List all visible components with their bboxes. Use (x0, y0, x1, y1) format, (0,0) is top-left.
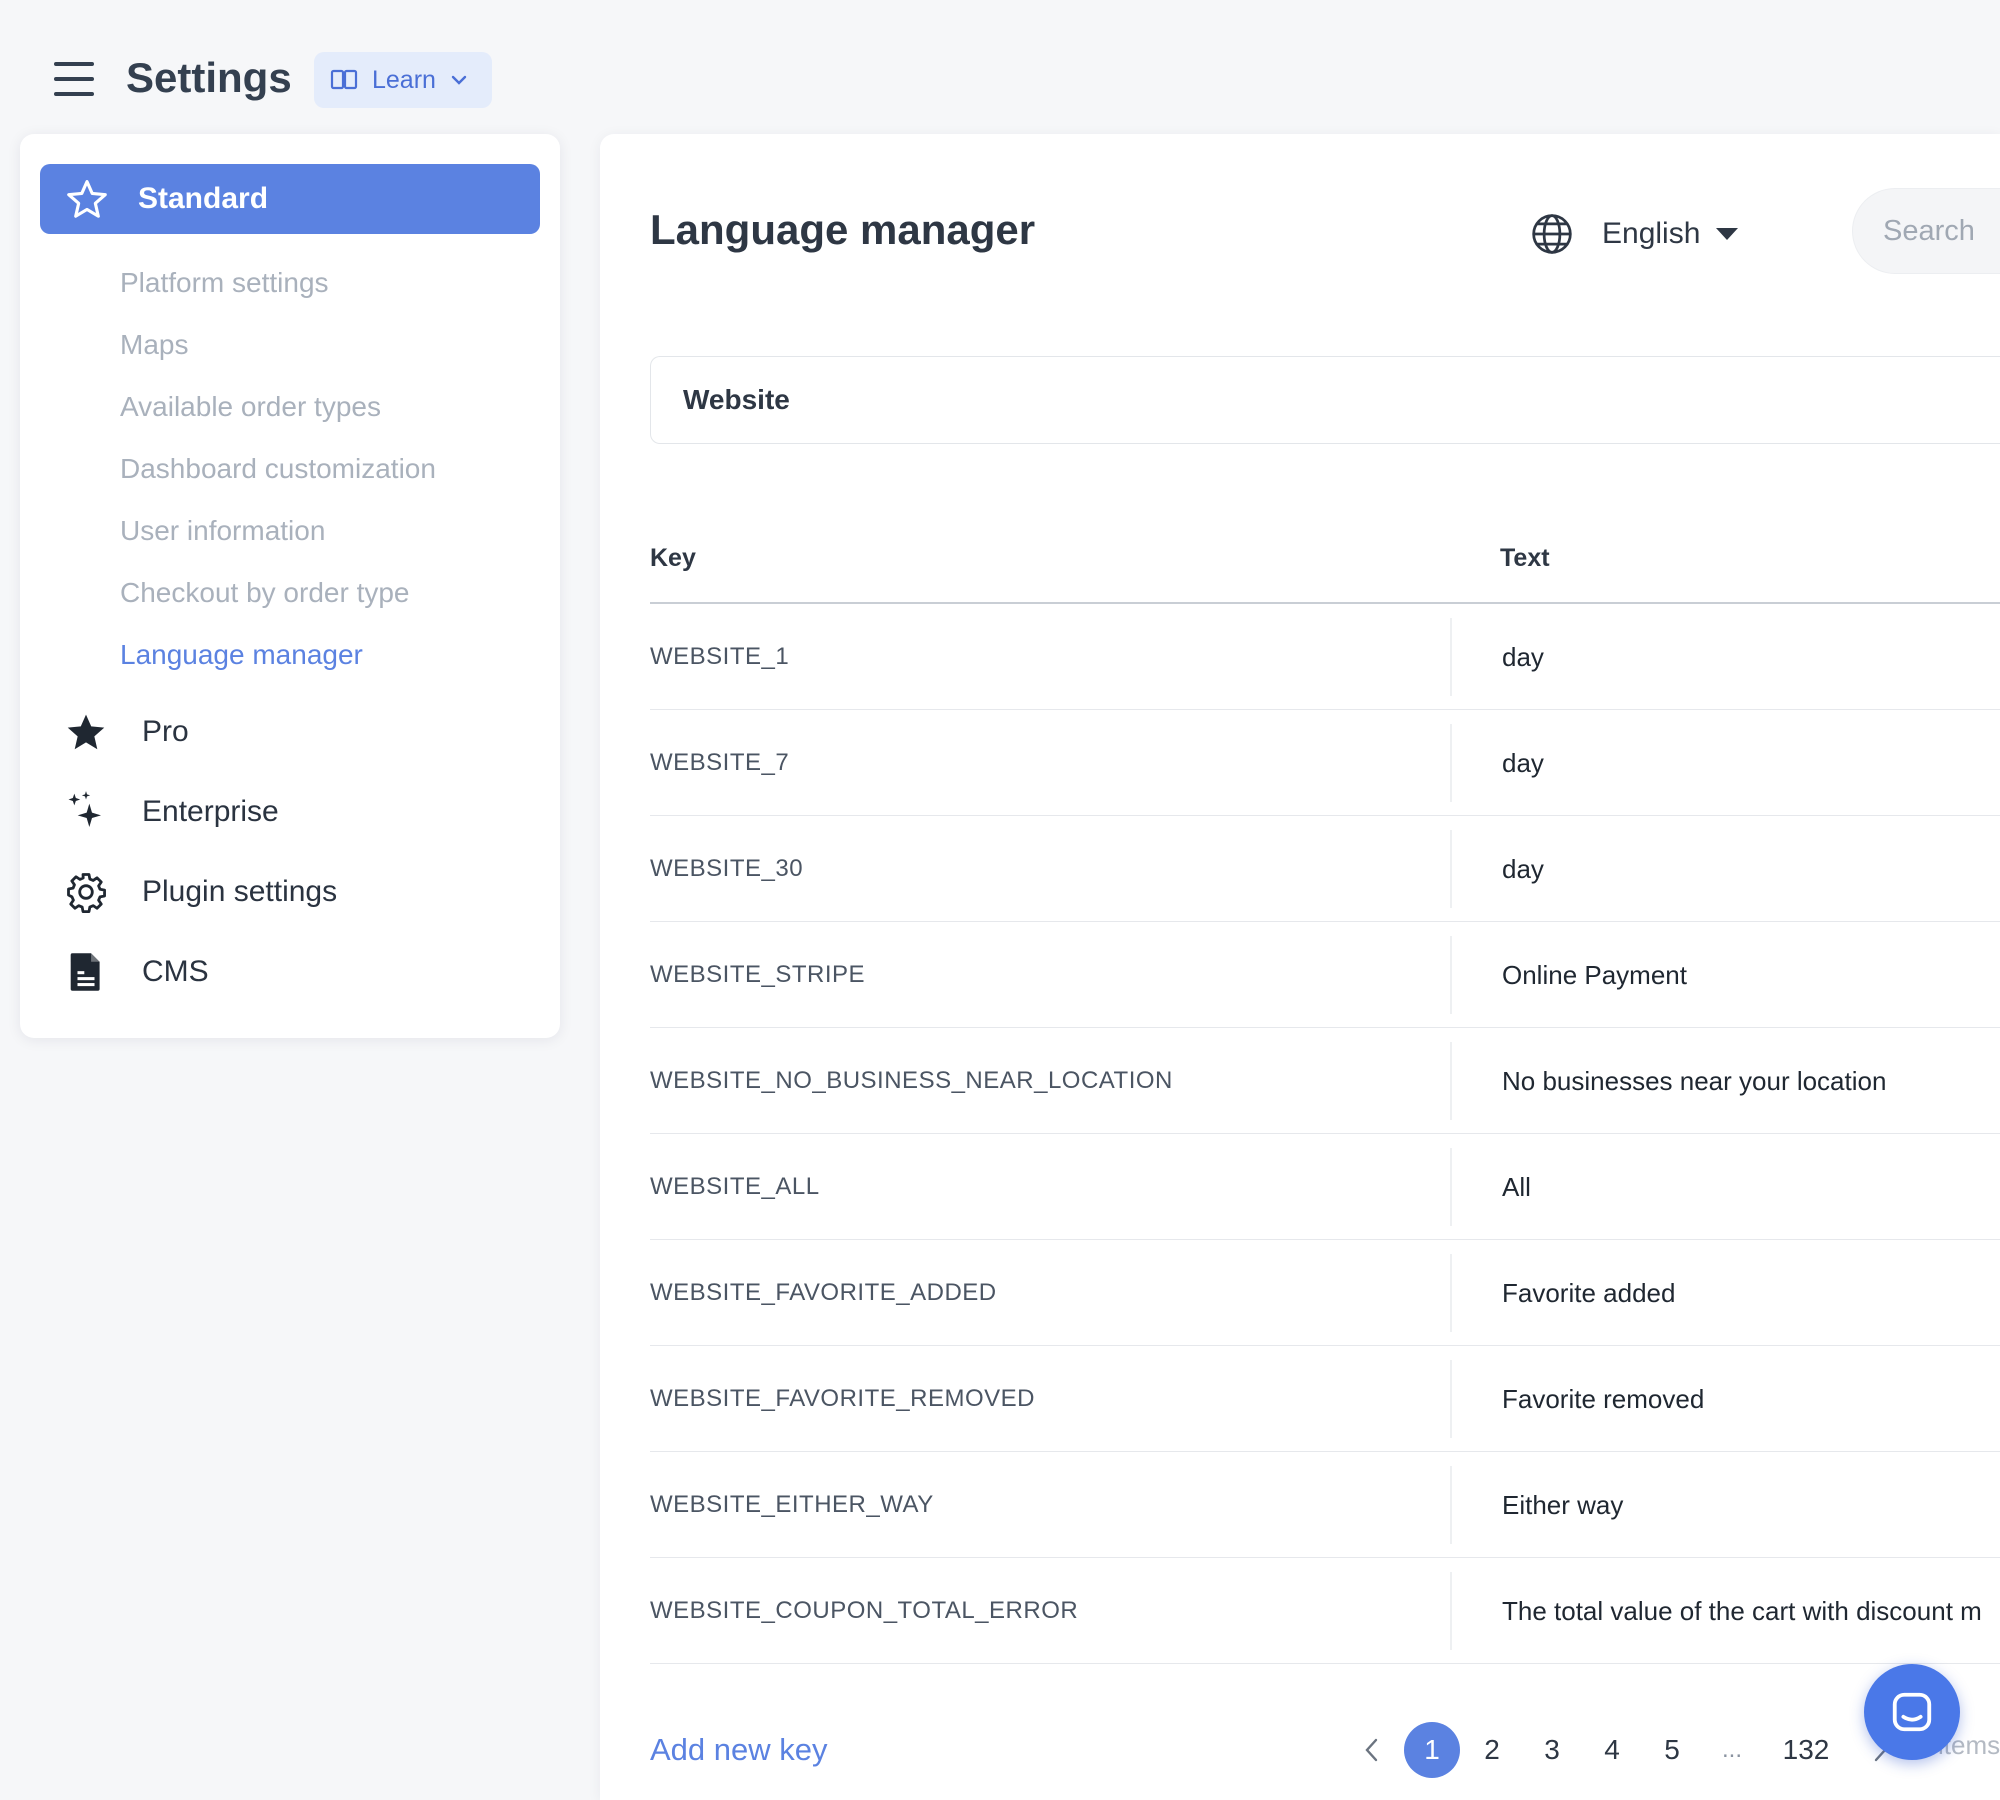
page-button-3[interactable]: 3 (1524, 1722, 1580, 1778)
pagination: 1 2 3 4 5 ... 132 (1344, 1722, 1912, 1778)
chat-support-button[interactable] (1864, 1664, 1960, 1760)
key-cell: WEBSITE_ALL (650, 1173, 820, 1200)
key-cell: WEBSITE_FAVORITE_ADDED (650, 1279, 997, 1306)
sidebar-item-plugin-settings[interactable]: Plugin settings (64, 860, 534, 924)
submenu-item-available-order-types[interactable]: Available order types (120, 376, 436, 438)
learn-dropdown-button[interactable]: Learn (314, 52, 492, 108)
search-input[interactable] (1852, 188, 2000, 274)
submenu-item-language-manager[interactable]: Language manager (120, 624, 436, 686)
top-bar: Settings Learn (0, 0, 2000, 130)
language-dropdown[interactable]: English (1530, 206, 1739, 262)
star-outline-icon (67, 180, 107, 218)
table-row[interactable]: WEBSITE_1 day (650, 604, 2000, 710)
text-cell[interactable]: The total value of the cart with discoun… (1502, 1558, 1982, 1664)
column-header-key: Key (650, 544, 696, 572)
learn-label: Learn (372, 65, 436, 94)
sidebar-item-cms[interactable]: CMS (64, 940, 534, 1004)
column-divider (1450, 1042, 1452, 1120)
table-row[interactable]: WEBSITE_30 day (650, 816, 2000, 922)
page-button-last[interactable]: 132 (1764, 1722, 1848, 1778)
table-row[interactable]: WEBSITE_ALL All (650, 1134, 2000, 1240)
chevron-left-icon (1365, 1738, 1378, 1762)
key-cell: WEBSITE_COUPON_TOTAL_ERROR (650, 1597, 1079, 1624)
column-divider (1450, 1466, 1452, 1544)
sidebar-item-label: Enterprise (142, 795, 279, 828)
settings-sidebar: Standard Platform settings Maps Availabl… (20, 134, 560, 1038)
gear-icon (64, 870, 108, 914)
chevron-down-icon (451, 75, 467, 85)
standard-submenu: Platform settings Maps Available order t… (120, 252, 436, 686)
sidebar-item-pro[interactable]: Pro (64, 700, 534, 764)
text-cell[interactable]: No businesses near your location (1502, 1028, 1886, 1134)
submenu-item-checkout-by-order-type[interactable]: Checkout by order type (120, 562, 436, 624)
column-divider (1450, 1148, 1452, 1226)
star-filled-icon (64, 710, 108, 754)
page-ellipsis: ... (1721, 1736, 1742, 1763)
document-icon (64, 950, 108, 994)
table-row[interactable]: WEBSITE_NO_BUSINESS_NEAR_LOCATION No bus… (650, 1028, 2000, 1134)
column-header-text: Text (1500, 544, 1550, 572)
table-header: Key Text (650, 530, 2000, 604)
submenu-item-user-information[interactable]: User information (120, 500, 436, 562)
key-cell: WEBSITE_EITHER_WAY (650, 1491, 934, 1518)
text-cell[interactable]: Online Payment (1502, 922, 1687, 1028)
column-divider (1450, 936, 1452, 1014)
menu-icon[interactable] (54, 62, 94, 98)
key-cell: WEBSITE_30 (650, 855, 804, 882)
table-row[interactable]: WEBSITE_FAVORITE_REMOVED Favorite remove… (650, 1346, 2000, 1452)
key-cell: WEBSITE_1 (650, 643, 790, 670)
key-cell: WEBSITE_7 (650, 749, 790, 776)
table-row[interactable]: WEBSITE_FAVORITE_ADDED Favorite added (650, 1240, 2000, 1346)
sidebar-item-standard[interactable]: Standard (40, 164, 540, 234)
text-cell[interactable]: day (1502, 604, 1544, 710)
sidebar-item-label: Standard (138, 182, 269, 215)
text-cell[interactable]: day (1502, 710, 1544, 816)
text-cell[interactable]: Favorite removed (1502, 1346, 1704, 1452)
text-cell[interactable]: All (1502, 1134, 1531, 1240)
sidebar-item-label: Pro (142, 715, 189, 748)
book-icon (330, 69, 358, 90)
column-divider (1450, 1254, 1452, 1332)
page-button-1[interactable]: 1 (1404, 1722, 1460, 1778)
submenu-item-dashboard-customization[interactable]: Dashboard customization (120, 438, 436, 500)
page-button-2[interactable]: 2 (1464, 1722, 1520, 1778)
add-new-key-link[interactable]: Add new key (650, 1732, 828, 1768)
sidebar-item-enterprise[interactable]: Enterprise (64, 780, 534, 844)
submenu-item-platform-settings[interactable]: Platform settings (120, 252, 436, 314)
table-row[interactable]: WEBSITE_7 day (650, 710, 2000, 816)
key-cell: WEBSITE_FAVORITE_REMOVED (650, 1385, 1035, 1412)
sidebar-item-label: CMS (142, 955, 209, 988)
table-row[interactable]: WEBSITE_COUPON_TOTAL_ERROR The total val… (650, 1558, 2000, 1664)
column-divider (1450, 1572, 1452, 1650)
page-title: Settings (126, 54, 292, 101)
category-select[interactable]: Website (650, 356, 2000, 444)
text-cell[interactable]: Favorite added (1502, 1240, 1675, 1346)
column-divider (1450, 724, 1452, 802)
section-title: Language manager (650, 206, 1036, 253)
sparkles-icon (64, 790, 108, 834)
caret-down-icon (1716, 228, 1739, 240)
table-row[interactable]: WEBSITE_STRIPE Online Payment (650, 922, 2000, 1028)
key-cell: WEBSITE_NO_BUSINESS_NEAR_LOCATION (650, 1067, 1173, 1094)
table-row[interactable]: WEBSITE_EITHER_WAY Either way (650, 1452, 2000, 1558)
language-label: English (1602, 217, 1701, 250)
text-cell[interactable]: day (1502, 816, 1544, 922)
submenu-item-maps[interactable]: Maps (120, 314, 436, 376)
column-divider (1450, 618, 1452, 696)
sidebar-item-label: Plugin settings (142, 875, 338, 908)
column-divider (1450, 1360, 1452, 1438)
category-label: Website (683, 384, 790, 415)
translations-table: Key Text WEBSITE_1 day WEBSITE_7 day WEB… (650, 530, 2000, 1664)
key-cell: WEBSITE_STRIPE (650, 961, 866, 988)
column-divider (1450, 830, 1452, 908)
prev-page-button[interactable] (1344, 1722, 1400, 1778)
globe-icon (1532, 214, 1572, 254)
page-button-5[interactable]: 5 (1644, 1722, 1700, 1778)
main-panel: Language manager English Website Key Tex… (600, 134, 2000, 1800)
page-button-4[interactable]: 4 (1584, 1722, 1640, 1778)
chat-icon (1892, 1692, 1932, 1732)
text-cell[interactable]: Either way (1502, 1452, 1623, 1558)
